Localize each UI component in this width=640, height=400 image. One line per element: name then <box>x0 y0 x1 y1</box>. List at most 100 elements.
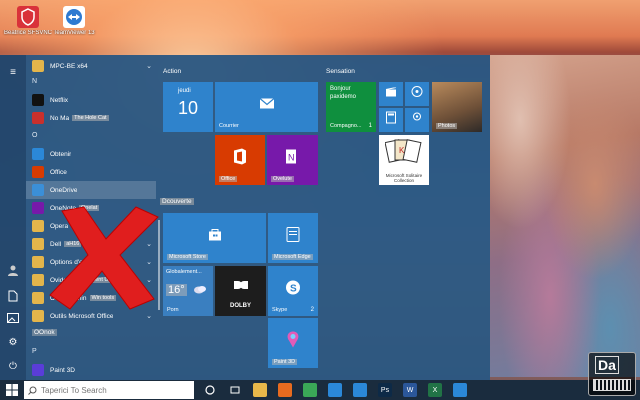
app-list-item-overlay-text: Onelat <box>79 205 100 211</box>
tile-dolby[interactable]: DOLBY <box>215 266 266 316</box>
word-icon[interactable]: W <box>403 383 417 397</box>
app-list-item-label: Oustedelmin <box>50 294 87 302</box>
tile-bonjour[interactable]: Bonjour paxidemo Compagno... 1 <box>326 82 376 132</box>
app-list-item[interactable]: Paint 3D <box>26 361 156 379</box>
app-list-item[interactable]: Ovide rchargement USB DV... ⌄ <box>26 271 156 289</box>
start-left-rail: ≡ ⚙ ⏻ <box>0 55 26 380</box>
chevron-down-icon[interactable]: ⌄ <box>146 294 152 302</box>
app-list-item[interactable]: No Ma The Hole Cat <box>26 109 156 127</box>
task-view-icon[interactable] <box>228 383 242 397</box>
office-icon <box>232 147 248 168</box>
tile-calendar[interactable]: jeudi 10 <box>163 82 213 132</box>
app-list-item-overlay-text: rchargement USB DV... <box>69 277 131 283</box>
settings-icon[interactable]: ⚙ <box>6 335 20 349</box>
tile-edge[interactable]: Microsoft Edge <box>268 213 318 263</box>
app-red-circle-icon <box>32 112 44 124</box>
cloud-icon <box>193 284 207 296</box>
app-list-item[interactable]: OOnok <box>26 323 156 341</box>
chevron-down-icon[interactable]: ⌄ <box>146 312 152 320</box>
chevron-down-icon[interactable]: ⌄ <box>146 276 152 284</box>
tile-store[interactable]: Microsoft Store <box>163 213 266 263</box>
calculator-icon <box>386 111 396 126</box>
app-list-item[interactable]: OneNote Onelat <box>26 199 156 217</box>
tile-calculator[interactable] <box>379 108 403 132</box>
cards-icon: K <box>384 139 423 167</box>
power-icon[interactable]: ⏻ <box>6 359 20 373</box>
chevron-down-icon[interactable]: ⌄ <box>146 258 152 266</box>
search-box[interactable]: Taperici To Search <box>24 381 194 399</box>
tile-solitaire[interactable]: K Microsoft Solitaire Collection <box>379 135 429 185</box>
app-list-item[interactable]: Opera <box>26 217 156 235</box>
calendar-date: 10 <box>178 98 199 118</box>
chevron-down-icon[interactable]: ⌄ <box>146 240 152 248</box>
music-icon <box>411 85 423 100</box>
app-list-item-label: Office <box>50 168 67 176</box>
chrome-icon[interactable] <box>303 383 317 397</box>
weather-city: Porn <box>167 307 179 313</box>
section-letter[interactable]: N <box>32 78 37 85</box>
chevron-down-icon[interactable]: ⌄ <box>146 62 152 70</box>
app-red-icon <box>17 6 39 28</box>
app-list-item[interactable]: Office <box>26 163 156 181</box>
app-list-item[interactable]: MPC-BE x64 ⌄ <box>26 57 156 75</box>
app-list-item-label: OneNote <box>50 204 77 212</box>
location-icon <box>412 111 422 126</box>
app-list-item[interactable]: Netflix <box>26 91 156 109</box>
app-list-item-label: MPC-BE x64 <box>50 62 88 70</box>
svg-text:S: S <box>290 283 297 294</box>
tile-office[interactable]: Office <box>215 135 265 185</box>
skype-icon: S <box>285 279 301 298</box>
tile-films[interactable] <box>379 82 403 106</box>
solitaire-label: Microsoft Solitaire Collection <box>385 172 423 183</box>
tile-paint3d[interactable]: Paint 3D <box>268 318 318 368</box>
edge-icon[interactable] <box>328 383 342 397</box>
hamburger-menu-icon[interactable]: ≡ <box>6 65 20 79</box>
taskbar: Taperici To Search Ps W X <box>0 380 640 400</box>
app-list-item[interactable]: Options d'ergonomie ⌄ <box>26 253 156 271</box>
store-icon[interactable] <box>453 383 467 397</box>
tile-maps[interactable] <box>405 108 429 132</box>
app-list-item-label: Opera <box>50 222 69 230</box>
app-list-item[interactable]: Dell aH16 ⌄ <box>26 235 156 253</box>
app-list-item[interactable]: Oustedelmin Win tools ⌄ <box>26 289 156 307</box>
cortana-icon[interactable] <box>203 383 217 397</box>
app-list-item[interactable]: OneDrive <box>26 181 156 199</box>
photoshop-icon[interactable]: Ps <box>378 383 392 397</box>
file-explorer-icon[interactable] <box>253 383 267 397</box>
tile-photos[interactable]: Photos <box>432 82 482 132</box>
group-title-action: Action <box>163 68 182 75</box>
start-button[interactable] <box>0 380 24 400</box>
app-list-scrollbar[interactable] <box>158 220 160 310</box>
documents-icon[interactable] <box>6 289 20 303</box>
firefox-icon[interactable] <box>278 383 292 397</box>
folder-icon <box>32 274 44 286</box>
office-icon <box>32 166 44 178</box>
app-list-item[interactable]: Obtenir <box>26 145 156 163</box>
tile-mail[interactable]: Courrier <box>215 82 318 132</box>
bonjour-badge: 1 <box>368 123 372 129</box>
section-letter[interactable]: P <box>32 348 37 355</box>
mail-icon <box>259 97 275 112</box>
tile-onenote[interactable]: N Ovelute <box>267 135 318 185</box>
photos-label: Photos <box>436 123 458 129</box>
user-avatar-icon[interactable] <box>6 263 20 277</box>
folder-icon <box>32 256 44 268</box>
app-list-item-overlay-text: The Hole Cat <box>72 115 109 121</box>
pictures-icon[interactable] <box>6 311 20 325</box>
tile-weather[interactable]: Globalement... 16° Porn <box>163 266 213 316</box>
app-list-item-label: Ovide <box>50 276 67 284</box>
calendar-day: jeudi <box>178 88 191 94</box>
tile-groove[interactable] <box>405 82 429 106</box>
tile-skype[interactable]: S Skype 2 <box>268 266 318 316</box>
group-title-sensation: Sensation <box>326 68 355 75</box>
section-letter[interactable]: O <box>32 132 37 139</box>
app-gear-icon[interactable] <box>353 383 367 397</box>
paint3d-tile-icon <box>285 330 301 351</box>
dolby-icon <box>233 280 249 292</box>
excel-icon[interactable]: X <box>428 383 442 397</box>
edge-label: Microsoft Edge <box>272 254 313 260</box>
desktop-shortcut-2[interactable]: TeamViewer 13 <box>46 4 102 36</box>
watermark-text: Da <box>595 356 619 374</box>
app-list-item-label: No Ma <box>50 114 70 122</box>
bonjour-label: Compagno... <box>330 123 362 129</box>
